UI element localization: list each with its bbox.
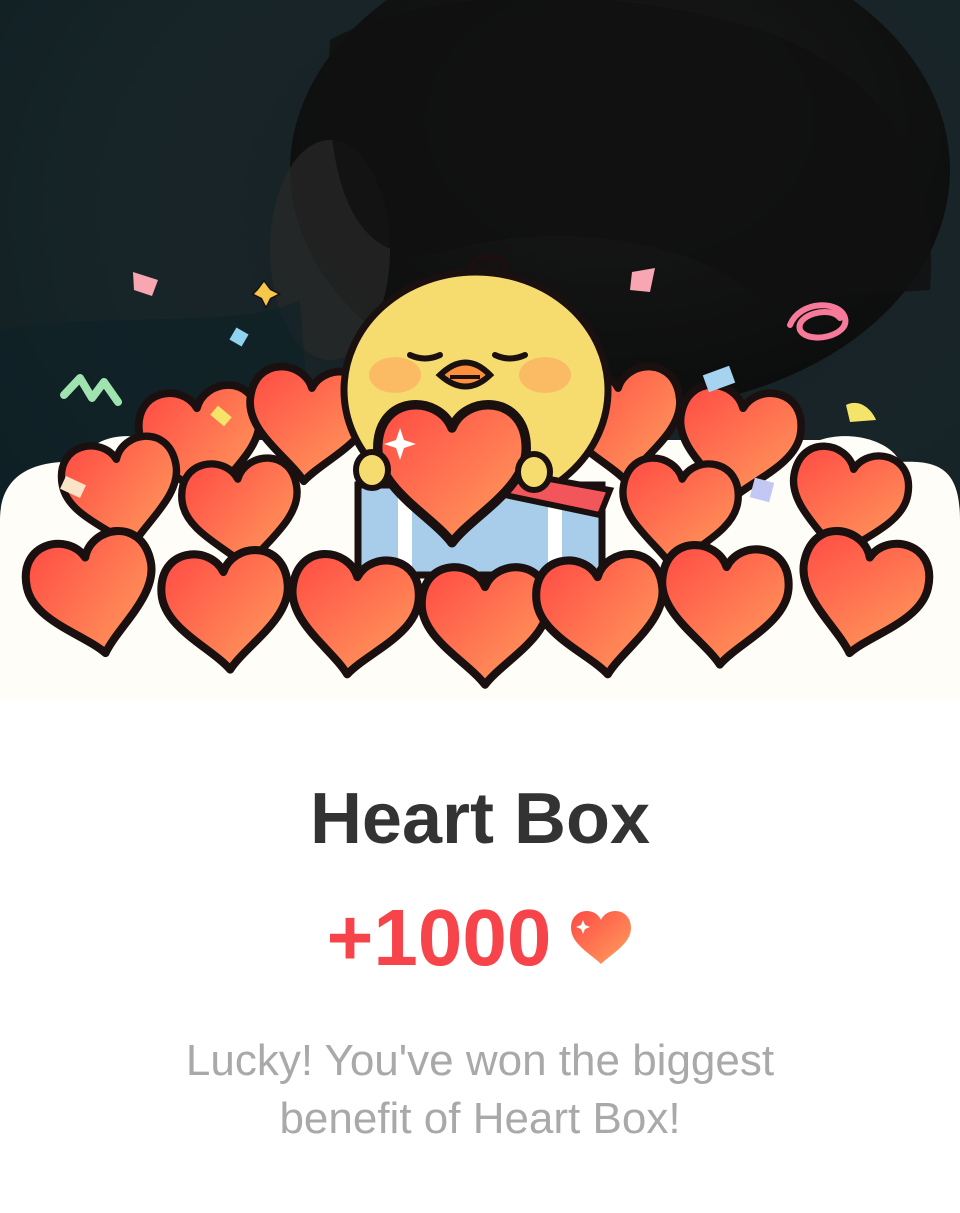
reward-amount: +1000 xyxy=(326,893,552,982)
reward-illustration xyxy=(0,0,960,700)
reward-row: +1000 xyxy=(0,898,960,978)
reward-message: Lucky! You've won the biggest benefit of… xyxy=(185,1036,775,1143)
heart-icon xyxy=(569,906,633,971)
dialog-title: Heart Box xyxy=(309,779,651,859)
